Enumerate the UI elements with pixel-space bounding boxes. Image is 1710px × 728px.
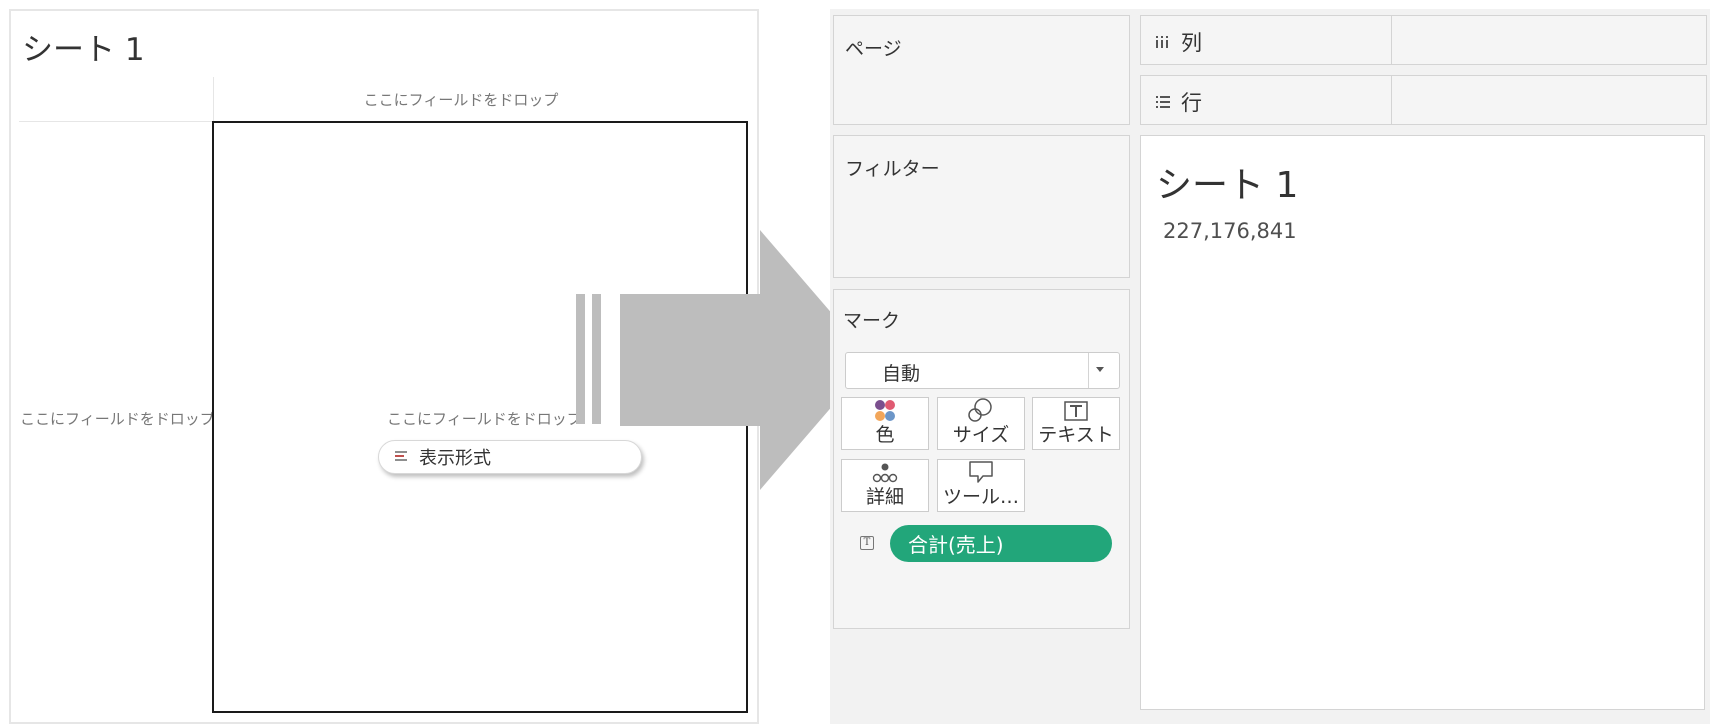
- color-dots-icon: [872, 398, 898, 423]
- sum-sales-pill-label: 合計(売上): [908, 533, 1004, 557]
- columns-drop-zone[interactable]: ここにフィールドをドロップ: [213, 77, 748, 121]
- dragged-field-label: 表示形式: [419, 448, 491, 469]
- detail-dots-icon: [870, 460, 900, 485]
- filters-card-title: フィルター: [845, 158, 940, 180]
- columns-icon: [1156, 36, 1168, 48]
- columns-shelf[interactable]: 列: [1140, 15, 1707, 65]
- mark-type-divider: [1088, 353, 1089, 388]
- rows-shelf-label: 行: [1181, 91, 1202, 115]
- tooltip-button-label: ツール…: [942, 486, 1019, 508]
- pages-card-title: ページ: [845, 38, 902, 60]
- marks-card-title: マーク: [843, 310, 901, 332]
- filters-card[interactable]: フィルター: [833, 135, 1130, 278]
- columns-drop-hint: ここにフィールドをドロップ: [363, 90, 559, 109]
- arrow-tail-bar-2: [592, 294, 601, 424]
- detail-button[interactable]: 詳細: [841, 459, 929, 512]
- rows-shelf[interactable]: 行: [1140, 75, 1707, 125]
- rows-shelf-divider: [1391, 76, 1392, 124]
- size-button[interactable]: サイズ: [937, 397, 1025, 450]
- size-button-label: サイズ: [952, 424, 1010, 446]
- detail-button-label: 詳細: [865, 486, 904, 508]
- rows-drop-hint[interactable]: ここにフィールドをドロップ: [20, 408, 215, 429]
- color-button[interactable]: 色: [841, 397, 929, 450]
- columns-shelf-label-group: 列: [1155, 27, 1202, 57]
- arrow-tail-bar-1: [576, 294, 585, 424]
- text-t-icon[interactable]: T: [860, 536, 874, 550]
- mark-type-dropdown[interactable]: 自動: [845, 352, 1120, 389]
- sheet-view[interactable]: シート 1 227,176,841: [1140, 135, 1705, 710]
- sum-sales-pill[interactable]: 合計(売上): [890, 525, 1112, 562]
- left-sheet-title: シート 1: [22, 32, 145, 68]
- dragged-field-pill[interactable]: 表示形式: [378, 440, 642, 474]
- text-t-icon: [1063, 398, 1089, 423]
- view-drop-hint: ここにフィールドをドロップ: [387, 410, 582, 428]
- color-button-label: 色: [875, 424, 895, 446]
- sum-sales-value[interactable]: 227,176,841: [1163, 219, 1297, 243]
- pages-card[interactable]: ページ: [833, 15, 1130, 125]
- rows-icon: [1156, 96, 1170, 108]
- rows-shelf-label-group: 行: [1155, 87, 1202, 117]
- tooltip-button[interactable]: ツール…: [937, 459, 1025, 512]
- columns-shelf-divider: [1391, 16, 1392, 64]
- text-button[interactable]: テキスト: [1032, 397, 1120, 450]
- columns-shelf-label: 列: [1181, 31, 1202, 55]
- mark-type-value: 自動: [882, 363, 921, 385]
- chevron-down-icon[interactable]: [1096, 367, 1104, 372]
- text-button-label: テキスト: [1038, 424, 1114, 446]
- text-format-icon: [395, 450, 409, 464]
- size-circles-icon: [966, 397, 996, 423]
- tooltip-bubble-icon: [966, 459, 996, 485]
- right-sheet-title: シート 1: [1156, 165, 1299, 206]
